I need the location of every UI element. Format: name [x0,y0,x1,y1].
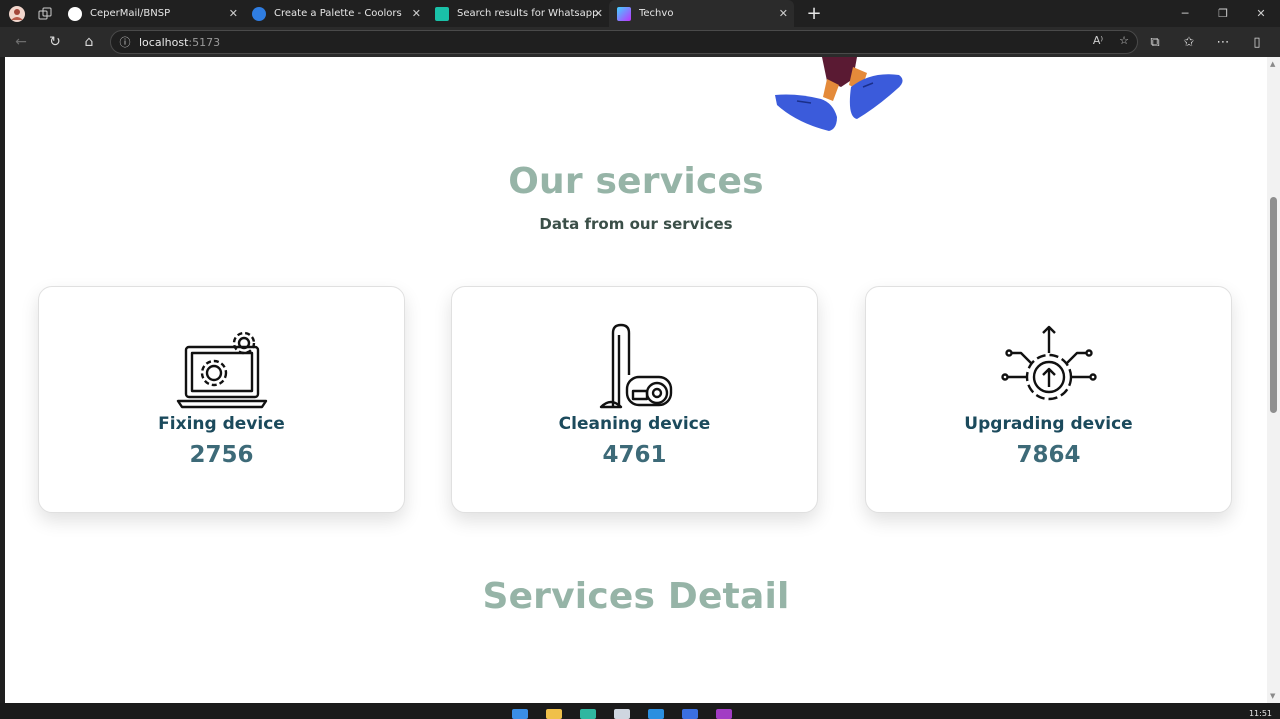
page-scrollbar[interactable]: ▲ ▼ [1267,57,1280,703]
tab-techvo[interactable]: Techvo ✕ [609,0,794,27]
flaticon-icon [435,6,449,21]
service-count: 2756 [189,442,254,468]
site-info-icon[interactable]: ⓘ [111,34,139,50]
service-label: Cleaning device [558,414,711,434]
tab-title: CeperMail/BNSP [90,8,171,19]
profile-avatar-icon[interactable] [6,3,28,25]
page-viewport: Our services Data from our services Fixi… [5,57,1267,703]
walking-person-illustration [775,57,903,131]
services-subtitle: Data from our services [539,215,733,233]
minimize-icon[interactable]: ─ [1166,0,1204,27]
url-text: localhost:5173 [139,35,221,49]
browser-toolbar: ← ↻ ⌂ ⓘ localhost:5173 A⁾ ☆ ⧉ ✩ ⋯ ▯ [0,27,1280,57]
tab-title: Techvo [639,8,674,19]
workspaces-icon[interactable] [34,3,56,25]
service-card-fixing: Fixing device 2756 [38,286,405,513]
tab-strip: CeperMail/BNSP ✕ Create a Palette - Cool… [0,0,1280,27]
window-controls: ─ ❐ ✕ [1166,0,1280,27]
favorite-star-icon[interactable]: ☆ [1119,34,1129,47]
read-aloud-icon[interactable]: A⁾ [1093,34,1103,47]
vite-icon [617,6,631,21]
vacuum-cleaner-icon [599,323,672,409]
home-icon[interactable]: ⌂ [72,27,106,57]
service-card-cleaning: Cleaning device 4761 [451,286,818,513]
back-icon[interactable]: ← [4,27,38,57]
service-card-upgrading: Upgrading device 7864 [865,286,1232,513]
extensions-icon[interactable]: ⧉ [1138,35,1172,50]
toolbar-right: ⧉ ✩ ⋯ ▯ [1138,27,1274,57]
tab-title: Create a Palette - Coolors [274,8,402,19]
service-count: 7864 [1016,442,1081,468]
edge-icon[interactable] [580,709,596,719]
scroll-up-icon[interactable]: ▲ [1270,60,1275,68]
scroll-down-icon[interactable]: ▼ [1270,692,1275,700]
tab-coolors[interactable]: Create a Palette - Coolors ✕ [244,0,427,27]
services-title: Our services [508,161,764,202]
visual-studio-icon[interactable] [716,709,732,719]
close-icon[interactable]: ✕ [779,7,788,20]
clock-time: 11:51 [1248,709,1272,718]
file-explorer-icon[interactable] [546,709,562,719]
service-label: Upgrading device [964,414,1133,434]
laptop-gears-icon [176,331,267,409]
vscode-icon[interactable] [648,709,664,719]
sidebar-toggle-icon[interactable]: ▯ [1240,35,1274,50]
close-icon[interactable]: ✕ [594,7,603,20]
restore-icon[interactable]: ❐ [1204,0,1242,27]
close-icon[interactable]: ✕ [229,7,238,20]
reload-icon[interactable]: ↻ [38,27,72,57]
app-icon[interactable] [682,709,698,719]
tab-flaticon[interactable]: Search results for Whatsapp - Fla ✕ [427,0,609,27]
coolors-icon [252,6,266,21]
scroll-thumb[interactable] [1270,197,1277,413]
upgrade-gear-icon [1000,325,1097,401]
close-icon[interactable]: ✕ [412,7,421,20]
service-count: 4761 [602,442,667,468]
os-taskbar: 11:51 [0,703,1280,719]
address-bar[interactable]: ⓘ localhost:5173 A⁾ ☆ [110,30,1138,54]
github-icon [68,6,82,21]
tab-github[interactable]: CeperMail/BNSP ✕ [60,0,244,27]
new-tab-button[interactable]: + [802,2,826,26]
more-menu-icon[interactable]: ⋯ [1206,35,1240,50]
start-icon[interactable] [512,709,528,719]
store-icon[interactable] [614,709,630,719]
services-detail-title: Services Detail [482,576,790,617]
favorites-icon[interactable]: ✩ [1172,35,1206,50]
window-close-icon[interactable]: ✕ [1242,0,1280,27]
service-label: Fixing device [158,414,285,434]
tab-title: Search results for Whatsapp - Fla [457,8,601,19]
